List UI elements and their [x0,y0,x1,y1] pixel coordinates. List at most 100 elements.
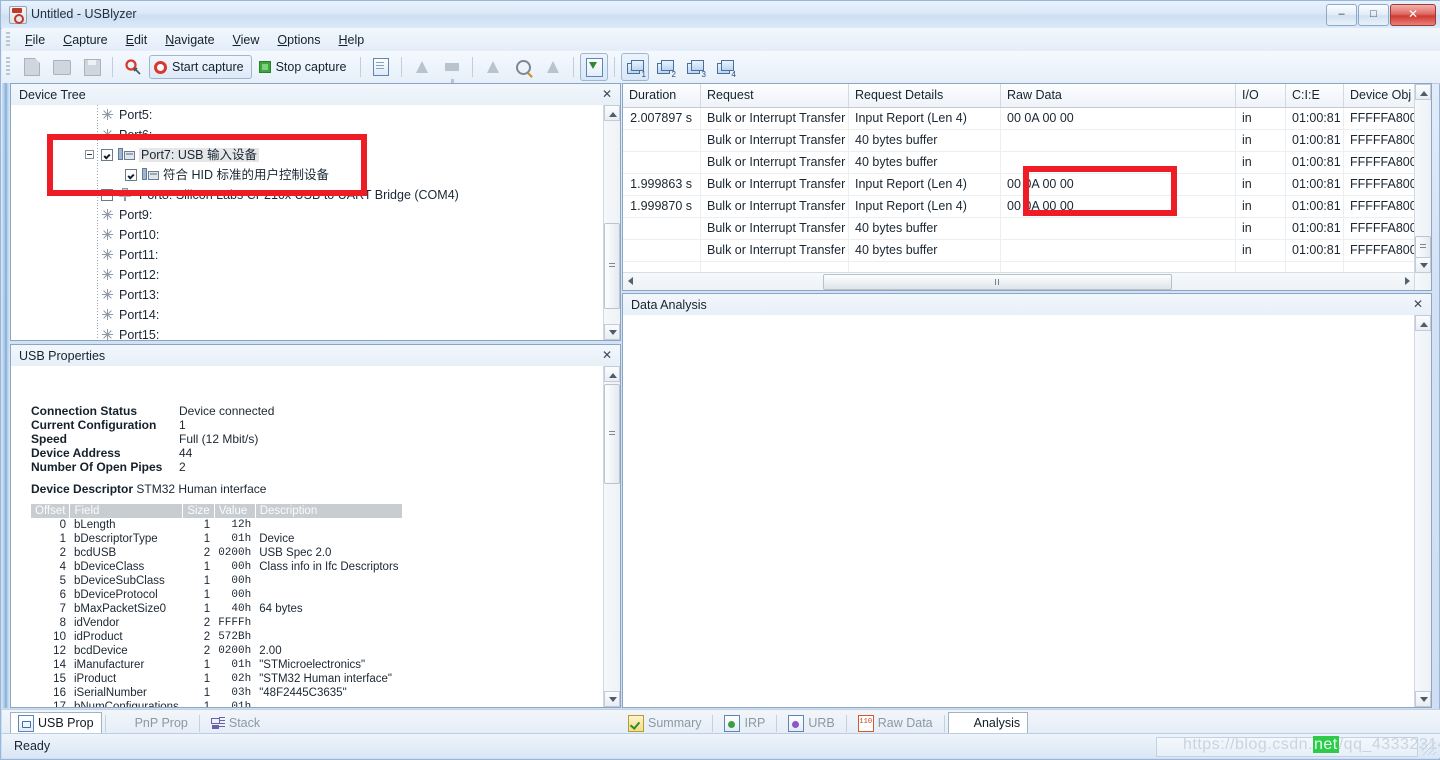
tree-row[interactable]: Port12: [11,265,620,285]
descriptor-row[interactable]: 7 bMaxPacketSize0 1 40h 64 bytes [31,602,403,616]
tab-summary[interactable]: Summary [620,712,709,735]
menu-item-help[interactable]: Help [330,30,374,50]
report-button[interactable] [367,53,395,81]
clear-filter-button[interactable] [408,53,436,81]
tree-expander-icon[interactable] [85,150,94,159]
start-capture-button[interactable]: Start capture [149,55,252,79]
log-column-header[interactable]: C:I:E [1286,84,1344,107]
scroll-right-icon[interactable] [1398,273,1415,289]
scroll-down-icon[interactable] [604,324,620,340]
menu-item-edit[interactable]: Edit [117,30,157,50]
log-row[interactable]: Bulk or Interrupt Transfer 40 bytes buffe… [623,240,1431,262]
export-button[interactable] [580,53,609,81]
device-tree-list[interactable]: Port5: Port6: Port7: USB 输入设备 符合 HID 标准的用户控… [11,105,620,340]
tab-stack[interactable]: Stack [203,712,268,735]
tree-checkbox[interactable] [101,149,113,161]
tree-row[interactable]: Port6: [11,125,620,145]
descriptor-row[interactable]: 15 iProduct 1 02h "STM32 Human interface" [31,672,403,686]
scroll-down-icon[interactable] [604,691,620,707]
close-button[interactable]: ✕ [1390,4,1436,26]
open-file-button[interactable] [48,53,76,81]
window-2-button[interactable]: 2 [651,53,679,81]
descriptor-column-header[interactable]: Offset [31,504,71,518]
log-row[interactable]: 2.007897 s Bulk or Interrupt Transfer Inpu… [623,108,1431,130]
toolbar-drag-grip[interactable] [6,57,10,77]
descriptor-column-header[interactable]: Value [214,504,256,518]
descriptor-row[interactable]: 14 iManufacturer 1 01h "STMicroelectronics" [31,658,403,672]
menu-item-file[interactable]: File [16,30,54,50]
bookmark-button[interactable] [479,53,507,81]
maximize-button[interactable]: □ [1358,4,1389,26]
save-file-button[interactable] [78,53,106,81]
log-row[interactable]: Bulk or Interrupt Transfer 40 bytes buffe… [623,130,1431,152]
descriptor-row[interactable]: 2 bcdUSB 2 0200h USB Spec 2.0 [31,546,403,560]
descriptor-column-header[interactable]: Size [182,504,215,518]
descriptor-row[interactable]: 1 bDescriptorType 1 01h Device [31,532,403,546]
descriptor-row[interactable]: 0 bLength 1 12h [31,518,403,532]
log-row[interactable]: Bulk or Interrupt Transfer 40 bytes buffe… [623,152,1431,174]
descriptor-row[interactable]: 16 iSerialNumber 1 03h "48F2445C3635" [31,686,403,700]
log-column-header[interactable]: Request [701,84,849,107]
log-column-header[interactable]: Device Obj [1344,84,1417,107]
tab-analysis[interactable]: Analysis [947,711,1029,735]
scroll-down-icon[interactable] [1415,257,1431,273]
log-row[interactable]: 1.999870 s Bulk or Interrupt Transfer Inpu… [623,196,1431,218]
tab-raw-data[interactable]: 110 Raw Data [850,712,941,735]
log-row[interactable]: Bulk or Interrupt Transfer 40 bytes buffe… [623,218,1431,240]
scrollbar-thumb[interactable] [1415,236,1431,258]
tree-row[interactable]: Port13: [11,285,620,305]
scroll-up-icon[interactable] [1415,315,1431,331]
capture-log-grid[interactable]: Duration Request Request Details Raw Data I/… [623,84,1431,290]
usb-properties-scrollbar[interactable] [603,366,620,707]
tree-row[interactable]: Port15: [11,325,620,340]
find-next-button[interactable] [539,53,567,81]
tree-row[interactable]: Port8: Silicon Labs CP210x USB to UART B… [11,185,620,205]
capture-settings-button[interactable] [119,53,147,81]
menu-item-view[interactable]: View [224,30,269,50]
window-4-button[interactable]: 4 [711,53,739,81]
descriptor-row[interactable]: 6 bDeviceProtocol 1 00h [31,588,403,602]
tree-checkbox[interactable] [125,169,137,181]
tree-row[interactable]: Port7: USB 输入设备 [11,145,620,165]
log-vertical-scrollbar[interactable] [1414,84,1431,290]
data-analysis-scrollbar[interactable] [1414,315,1431,707]
descriptor-row[interactable]: 5 bDeviceSubClass 1 00h [31,574,403,588]
log-horizontal-scrollbar[interactable] [623,272,1415,290]
tree-checkbox[interactable] [101,189,113,201]
descriptor-row[interactable]: 10 idProduct 2 572Bh [31,630,403,644]
filter-button[interactable] [438,53,466,84]
data-analysis-close-icon[interactable]: ✕ [1411,297,1425,311]
tree-row[interactable]: Port11: [11,245,620,265]
descriptor-row[interactable]: 12 bcdDevice 2 0200h 2.00 [31,644,403,658]
descriptor-row[interactable]: 8 idVendor 2 FFFFh [31,616,403,630]
descriptor-row[interactable]: 17 bNumConfigurations 1 01h [31,700,403,707]
descriptor-column-header[interactable]: Description [255,504,404,518]
tab-pnp-prop[interactable]: PnP Prop [109,712,196,735]
device-tree-scrollbar[interactable] [603,105,620,340]
capture-log-rows[interactable]: 2.007897 s Bulk or Interrupt Transfer Inpu… [623,108,1431,284]
find-button[interactable] [509,53,537,81]
menu-item-options[interactable]: Options [268,30,329,50]
tab-urb[interactable]: URB [780,712,842,735]
log-column-header[interactable]: I/O [1236,84,1286,107]
scrollbar-thumb[interactable] [604,384,620,484]
tree-row[interactable]: 符合 HID 标准的用户控制设备 [11,165,620,185]
device-tree-close-icon[interactable]: ✕ [600,87,614,101]
tree-row[interactable]: Port9: [11,205,620,225]
new-file-button[interactable] [18,53,46,81]
scroll-up-icon[interactable] [604,105,620,121]
tree-row[interactable]: Port14: [11,305,620,325]
tree-row[interactable]: Port10: [11,225,620,245]
log-column-header[interactable]: Request Details [849,84,1001,107]
scrollbar-thumb[interactable] [604,223,620,309]
menu-drag-grip[interactable] [6,32,10,47]
usb-properties-close-icon[interactable]: ✕ [600,348,614,362]
descriptor-column-header[interactable]: Field [69,504,184,518]
window-1-button[interactable]: 1 [621,53,650,81]
data-analysis-body[interactable] [623,315,1431,707]
menu-item-navigate[interactable]: Navigate [156,30,223,50]
window-3-button[interactable]: 3 [681,53,709,81]
log-column-header[interactable]: Raw Data [1001,84,1236,107]
tab-usb-prop[interactable]: USB Prop [10,711,102,735]
scroll-up-icon[interactable] [604,366,620,382]
